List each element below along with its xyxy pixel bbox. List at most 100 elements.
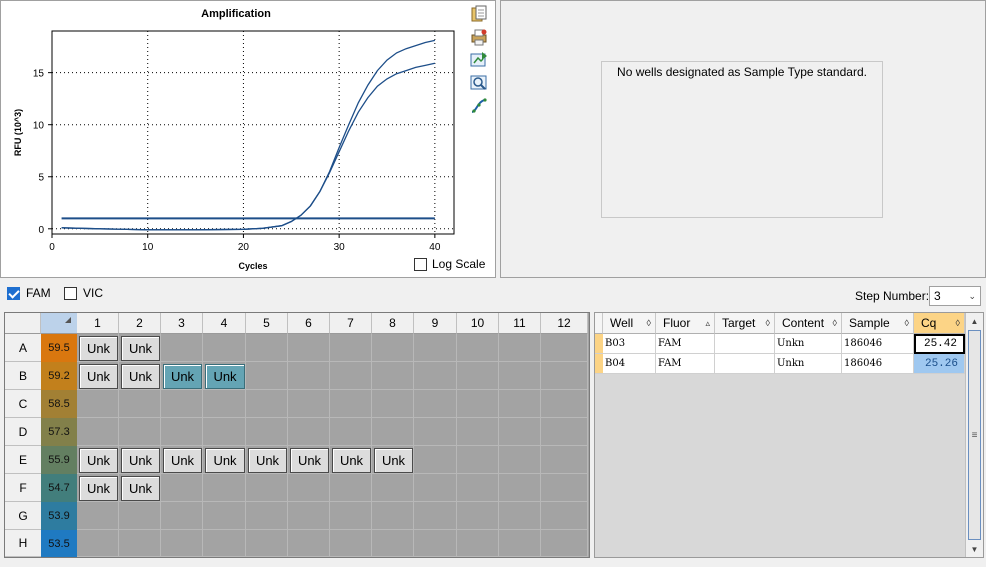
cell-content[interactable]: Unkn <box>775 354 842 374</box>
plate-well-cell[interactable] <box>77 502 119 530</box>
plate-well-cell[interactable] <box>330 334 372 362</box>
cell-cq[interactable]: 25.42 <box>914 334 965 354</box>
column-header-cq[interactable]: Cq ◊ <box>914 313 965 334</box>
column-header-3[interactable]: 3 <box>161 313 203 334</box>
column-header-well[interactable]: Well ◊ <box>603 313 656 334</box>
plate-well-cell[interactable] <box>161 390 203 418</box>
plate-well-cell[interactable] <box>330 530 372 557</box>
plate-well-cell[interactable] <box>77 418 119 446</box>
plate-well-cell[interactable] <box>161 418 203 446</box>
plate-well-cell[interactable] <box>499 530 541 557</box>
plate-well-A2[interactable]: Unk <box>121 336 160 361</box>
sort-icon[interactable]: ◊ <box>647 318 651 328</box>
plate-well-cell[interactable] <box>414 390 457 418</box>
plate-well-cell[interactable] <box>119 390 161 418</box>
plate-well-cell[interactable] <box>119 530 161 557</box>
plate-well-cell[interactable] <box>330 474 372 502</box>
plate-well-cell[interactable] <box>499 446 541 474</box>
curve-settings-icon[interactable] <box>469 96 489 116</box>
plate-well-cell[interactable] <box>203 418 246 446</box>
plate-well-cell[interactable] <box>246 502 288 530</box>
plate-well-E1[interactable]: Unk <box>79 448 118 473</box>
plate-well-cell[interactable] <box>161 474 203 502</box>
fam-checkbox[interactable] <box>7 286 20 300</box>
plate-well-E5[interactable]: Unk <box>248 448 287 473</box>
plate-well-cell[interactable] <box>203 474 246 502</box>
plate-well-cell[interactable] <box>499 474 541 502</box>
plate-well-cell[interactable] <box>541 334 588 362</box>
column-header-9[interactable]: 9 <box>414 313 457 334</box>
plate-well-cell[interactable] <box>457 334 499 362</box>
plate-well-E2[interactable]: Unk <box>121 448 160 473</box>
vic-toggle[interactable]: VIC <box>64 286 103 300</box>
plate-well-cell[interactable] <box>288 362 330 390</box>
plate-well-F1[interactable]: Unk <box>79 476 118 501</box>
plate-well-cell[interactable] <box>499 334 541 362</box>
plate-well-cell[interactable] <box>372 502 414 530</box>
plate-well-cell[interactable] <box>288 418 330 446</box>
plate-well-cell[interactable] <box>372 530 414 557</box>
plate-well-cell[interactable] <box>119 418 161 446</box>
cell-fluor[interactable]: FAM <box>656 354 715 374</box>
plate-well-B2[interactable]: Unk <box>121 364 160 389</box>
plate-well-cell[interactable] <box>246 474 288 502</box>
step-number-select[interactable]: 3 ⌄ <box>929 286 981 306</box>
plate-well-cell[interactable] <box>203 530 246 557</box>
plate-well-B4[interactable]: Unk <box>205 364 245 389</box>
log-scale-checkbox[interactable] <box>414 257 427 271</box>
column-header-6[interactable]: 6 <box>288 313 330 334</box>
plate-well-cell[interactable] <box>203 334 246 362</box>
column-header-8[interactable]: 8 <box>372 313 414 334</box>
plate-well-cell[interactable] <box>161 530 203 557</box>
plate-well-E7[interactable]: Unk <box>332 448 371 473</box>
column-header-1[interactable]: 1 <box>77 313 119 334</box>
row-header-B[interactable]: B <box>5 362 41 390</box>
cell-target[interactable] <box>715 334 775 354</box>
table-scrollbar[interactable]: ▲ ≡ ▼ <box>965 313 983 557</box>
sort-icon[interactable]: ◊ <box>905 318 909 328</box>
column-header-2[interactable]: 2 <box>119 313 161 334</box>
sort-icon[interactable]: ◊ <box>956 318 960 328</box>
plate-well-cell[interactable] <box>330 390 372 418</box>
sort-icon[interactable]: ◊ <box>833 318 837 328</box>
plate-well-E8[interactable]: Unk <box>374 448 413 473</box>
column-header-11[interactable]: 11 <box>499 313 541 334</box>
plate-well-cell[interactable] <box>77 390 119 418</box>
plate-well-cell[interactable] <box>414 474 457 502</box>
plate-well-cell[interactable] <box>457 502 499 530</box>
plate-well-cell[interactable] <box>203 390 246 418</box>
row-header-E[interactable]: E <box>5 446 41 474</box>
plate-well-cell[interactable] <box>246 334 288 362</box>
plate-well-cell[interactable] <box>414 362 457 390</box>
row-header-D[interactable]: D <box>5 418 41 446</box>
plate-well-cell[interactable] <box>541 530 588 557</box>
plate-well-cell[interactable] <box>288 334 330 362</box>
cell-cq[interactable]: 25.26 <box>914 354 965 374</box>
plate-well-cell[interactable] <box>330 362 372 390</box>
plate-well-cell[interactable] <box>541 474 588 502</box>
row-header-A[interactable]: A <box>5 334 41 362</box>
plate-well-cell[interactable] <box>414 334 457 362</box>
plate-well-cell[interactable] <box>414 418 457 446</box>
column-header-10[interactable]: 10 <box>457 313 499 334</box>
log-scale-toggle[interactable]: Log Scale <box>414 257 485 271</box>
column-header-12[interactable]: 12 <box>541 313 588 334</box>
plate-well-cell[interactable] <box>246 362 288 390</box>
plate-well-cell[interactable] <box>372 334 414 362</box>
column-header-5[interactable]: 5 <box>246 313 288 334</box>
cell-well[interactable]: B03 <box>603 334 656 354</box>
plate-well-cell[interactable] <box>457 362 499 390</box>
plate-well-F2[interactable]: Unk <box>121 476 160 501</box>
plate-well-cell[interactable] <box>161 502 203 530</box>
plate-well-cell[interactable] <box>414 530 457 557</box>
plate-well-cell[interactable] <box>499 390 541 418</box>
plate-well-cell[interactable] <box>541 446 588 474</box>
plate-well-cell[interactable] <box>541 362 588 390</box>
fam-toggle[interactable]: FAM <box>7 286 51 300</box>
cell-target[interactable] <box>715 354 775 374</box>
export-image-icon[interactable] <box>469 50 489 70</box>
plate-well-cell[interactable] <box>457 390 499 418</box>
row-marker[interactable] <box>595 354 603 374</box>
sort-icon[interactable]: ▵ <box>705 318 710 329</box>
plate-well-cell[interactable] <box>457 418 499 446</box>
